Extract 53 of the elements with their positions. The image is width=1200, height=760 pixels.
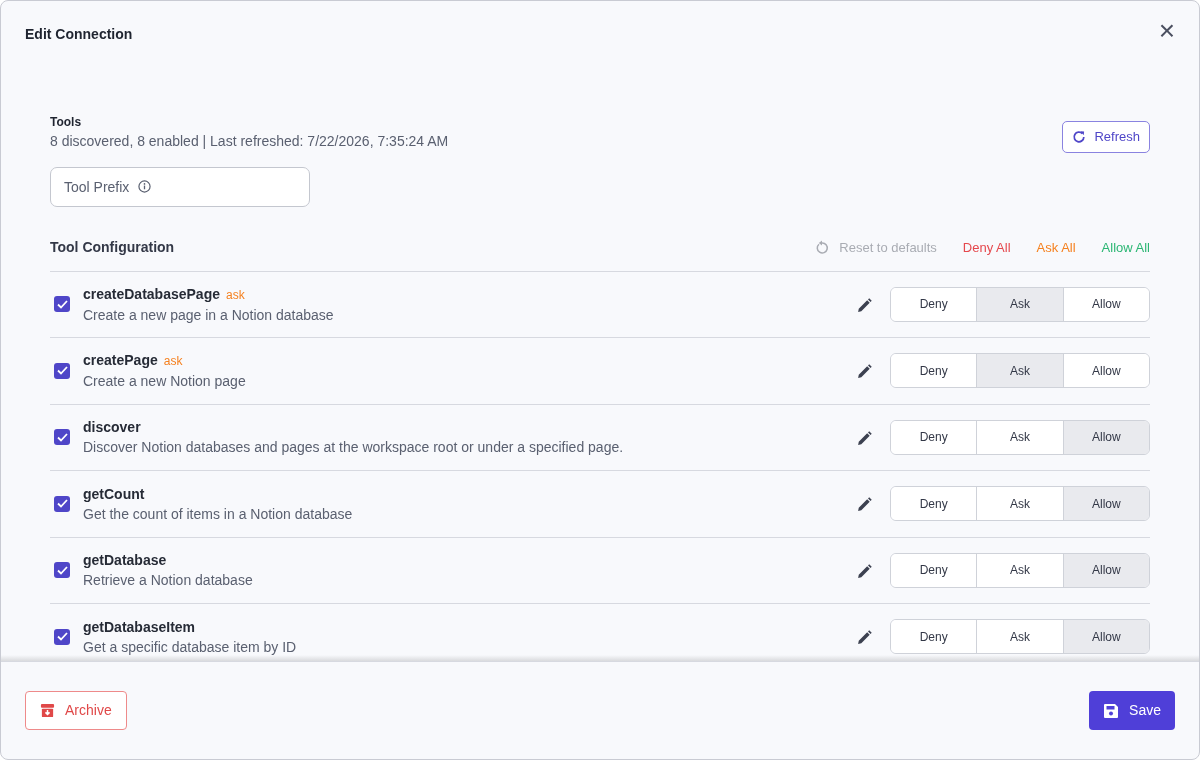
tool-checkbox[interactable]	[54, 429, 70, 446]
tools-summary: 8 discovered, 8 enabled | Last refreshed: 7/22/2026, 7:35:24 AM	[50, 132, 449, 151]
permission-tag: ask	[226, 285, 245, 304]
permission-option[interactable]: Ask	[976, 287, 1063, 321]
permission-option[interactable]: Allow	[1062, 553, 1149, 587]
tool-description: Create a new Notion page	[83, 372, 247, 391]
tool-description: Discover Notion databases and pages at the workspace root or under a specified page.	[83, 438, 625, 457]
tool-description: Get the count of items in a Notion database	[83, 504, 354, 523]
reset-icon	[815, 240, 830, 255]
permission-option[interactable]: Deny	[891, 354, 977, 388]
dialog-title: Edit Connection	[25, 24, 133, 44]
tool-name: createPage	[83, 351, 158, 370]
permission-tag: ask	[163, 352, 183, 371]
close-button[interactable]: ×	[1158, 17, 1175, 45]
permission-option[interactable]: Deny	[891, 287, 977, 321]
tool-prefix-field[interactable]: Tool Prefix	[50, 166, 310, 207]
tool-description: Create a new page in a Notion database	[83, 305, 335, 324]
tool-checkbox[interactable]	[54, 362, 70, 379]
permission-option[interactable]: Deny	[891, 620, 977, 654]
refresh-icon	[1072, 129, 1087, 144]
tool-checkbox[interactable]	[54, 562, 70, 579]
save-button[interactable]: Save	[1089, 691, 1175, 730]
section-title: Tools	[50, 114, 83, 131]
tool-checkbox[interactable]	[54, 495, 70, 512]
tool-description: Retrieve a Notion database	[83, 571, 254, 590]
permission-option[interactable]: Allow	[1062, 620, 1149, 654]
save-icon	[1103, 702, 1120, 719]
tool-name: discover	[83, 418, 141, 437]
permission-option[interactable]: Ask	[976, 420, 1063, 454]
info-icon	[138, 179, 151, 193]
refresh-button[interactable]: Refresh	[1062, 121, 1150, 153]
archive-button[interactable]: Archive	[25, 691, 127, 730]
permission-option[interactable]: Allow	[1062, 487, 1149, 521]
tool-checkbox[interactable]	[54, 628, 70, 645]
tool-description: Get a specific database item by ID	[83, 637, 298, 656]
permission-option[interactable]: Allow	[1062, 420, 1149, 454]
tool-name: createDatabasePage	[83, 284, 220, 303]
permission-option[interactable]: Ask	[976, 354, 1063, 388]
permission-option[interactable]: Ask	[976, 620, 1063, 654]
permission-option[interactable]: Deny	[891, 420, 977, 454]
archive-icon	[40, 703, 55, 718]
permission-option[interactable]: Ask	[976, 487, 1063, 521]
bulk-action-link[interactable]: Deny All	[962, 237, 1011, 258]
tool-name: getCount	[83, 484, 145, 503]
permission-option[interactable]: Allow	[1062, 287, 1149, 321]
tool-name: getDatabaseItem	[83, 617, 196, 636]
tool-name: getDatabase	[83, 551, 167, 570]
permission-option[interactable]: Deny	[891, 553, 977, 587]
permission-option[interactable]: Allow	[1062, 354, 1149, 388]
section-title: Tool Configuration	[50, 238, 175, 257]
permission-option[interactable]: Deny	[891, 487, 977, 521]
tool-checkbox[interactable]	[54, 296, 70, 313]
permission-option[interactable]: Ask	[976, 553, 1063, 587]
